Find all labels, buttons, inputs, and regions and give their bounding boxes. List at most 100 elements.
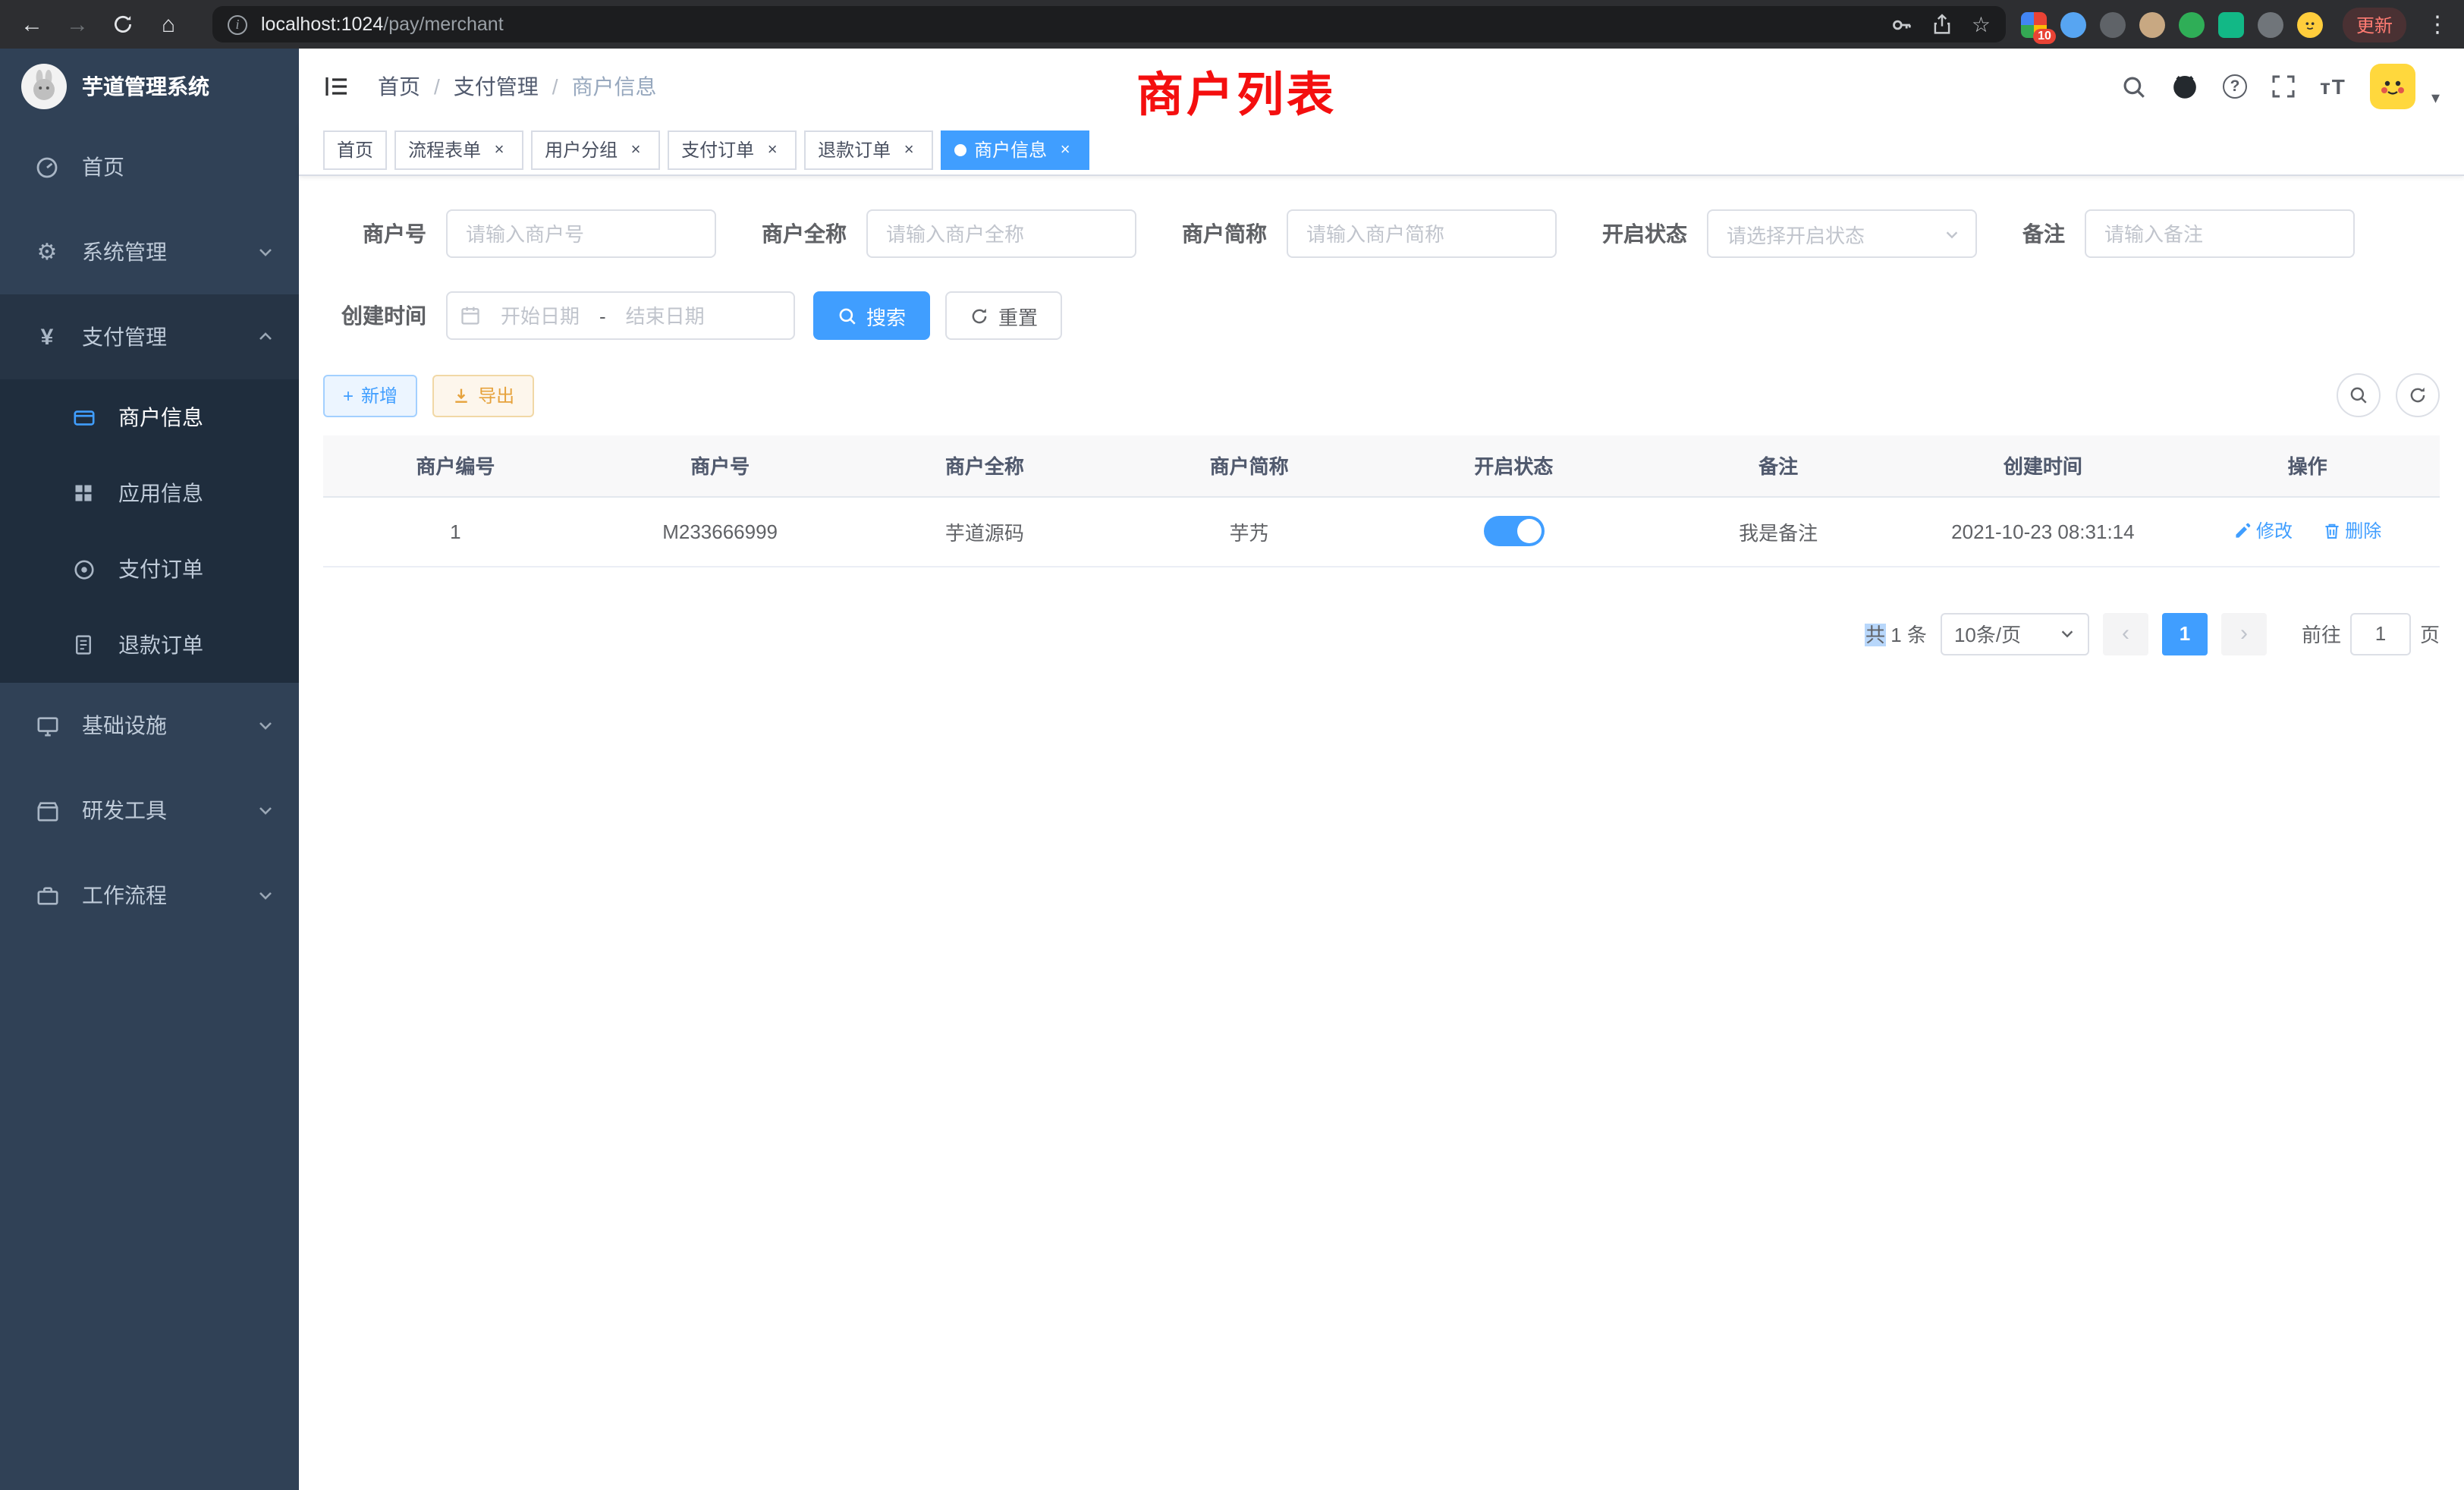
close-icon[interactable]: × xyxy=(489,139,510,160)
short-name-input[interactable] xyxy=(1287,209,1557,258)
chevron-down-icon xyxy=(256,716,275,734)
sidebar-item-app-info[interactable]: 应用信息 xyxy=(0,455,299,531)
page-size-select[interactable]: 10条/页 xyxy=(1941,612,2089,655)
page-1-button[interactable]: 1 xyxy=(2162,612,2208,655)
edit-link[interactable]: 修改 xyxy=(2233,518,2293,544)
merchant-no-input[interactable] xyxy=(446,209,716,258)
menu-label: 支付管理 xyxy=(82,322,167,352)
sidebar-item-workflow[interactable]: 工作流程 xyxy=(0,853,299,938)
chrome-update-button[interactable]: 更新 xyxy=(2343,7,2406,42)
breadcrumb-home[interactable]: 首页 xyxy=(378,71,420,102)
bookmark-star-icon[interactable]: ☆ xyxy=(1972,11,1991,37)
password-key-icon[interactable] xyxy=(1891,13,1914,36)
tabs-bar: 首页 流程表单 × 用户分组 × 支付订单 × 退款订单 × xyxy=(299,124,2464,176)
next-page-button[interactable]: › xyxy=(2221,612,2267,655)
merchant-table: 商户编号 商户号 商户全称 商户简称 开启状态 备注 创建时间 操作 1 xyxy=(323,435,2440,567)
delete-link-label: 删除 xyxy=(2345,518,2381,544)
chevron-down-icon xyxy=(256,801,275,819)
github-icon[interactable] xyxy=(2171,73,2198,100)
close-icon[interactable]: × xyxy=(898,139,919,160)
grid-icon xyxy=(67,483,100,504)
share-icon[interactable] xyxy=(1932,14,1953,35)
sidebar-item-pay-order[interactable]: 支付订单 xyxy=(0,531,299,607)
field-label: 商户全称 xyxy=(762,218,847,249)
back-icon[interactable]: ← xyxy=(15,8,49,41)
sidebar-item-merchant-info[interactable]: 商户信息 xyxy=(0,379,299,455)
prev-page-button[interactable]: ‹ xyxy=(2103,612,2148,655)
tab-pay-order[interactable]: 支付订单 × xyxy=(668,130,797,169)
extension-badge: 10 xyxy=(2033,28,2056,43)
status-switch[interactable] xyxy=(1483,516,1544,546)
export-button[interactable]: 导出 xyxy=(432,374,534,417)
toggle-search-button[interactable] xyxy=(2337,373,2381,417)
tab-label: 商户信息 xyxy=(974,137,1047,162)
extension-green-circle-icon[interactable] xyxy=(2179,11,2205,37)
end-date-input[interactable] xyxy=(609,304,721,327)
extension-green-square-icon[interactable] xyxy=(2218,11,2244,37)
sidebar-item-payment[interactable]: ¥ 支付管理 xyxy=(0,294,299,379)
cell-merchant-index: 1 xyxy=(323,496,588,566)
tab-home[interactable]: 首页 xyxy=(323,130,387,169)
close-icon[interactable]: × xyxy=(625,139,646,160)
sidebar-logo[interactable]: 芋道管理系统 xyxy=(0,49,299,124)
search-button[interactable]: 搜索 xyxy=(813,291,930,340)
sidebar-item-refund-order[interactable]: 退款订单 xyxy=(0,607,299,683)
address-bar[interactable]: i localhost:1024/pay/merchant ☆ xyxy=(212,6,2006,42)
chevron-down-icon xyxy=(256,886,275,904)
extension-dark-icon[interactable] xyxy=(2100,11,2126,37)
start-date-input[interactable] xyxy=(484,304,596,327)
tab-merchant-info[interactable]: 商户信息 × xyxy=(941,130,1089,169)
search-icon[interactable] xyxy=(2121,74,2147,99)
app-title: 芋道管理系统 xyxy=(82,71,209,102)
page-content: 商户号 商户全称 商户简称 开启状态 请选择开启状态 xyxy=(299,176,2464,1490)
fullscreen-icon[interactable] xyxy=(2271,74,2296,99)
url-host: localhost:1024 xyxy=(261,14,383,35)
extension-avatar-icon[interactable] xyxy=(2139,11,2165,37)
font-size-icon[interactable]: тT xyxy=(2320,74,2346,99)
monitor-icon xyxy=(30,714,64,737)
profile-avatar-icon[interactable] xyxy=(2297,11,2323,37)
full-name-input[interactable] xyxy=(866,209,1136,258)
browser-menu-icon[interactable]: ⋮ xyxy=(2426,11,2449,38)
tab-process-form[interactable]: 流程表单 × xyxy=(394,130,523,169)
remark-input[interactable] xyxy=(2085,209,2355,258)
forward-icon[interactable]: → xyxy=(61,8,94,41)
extension-puzzle-icon[interactable] xyxy=(2258,11,2283,37)
sidebar-toggle-icon[interactable] xyxy=(323,73,350,100)
sidebar-item-system[interactable]: ⚙ 系统管理 xyxy=(0,209,299,294)
home-icon[interactable]: ⌂ xyxy=(152,8,185,41)
table-header-row: 商户编号 商户号 商户全称 商户简称 开启状态 备注 创建时间 操作 xyxy=(323,435,2440,496)
caret-down-icon[interactable]: ▾ xyxy=(2431,87,2440,107)
extension-blue-icon[interactable] xyxy=(2060,11,2086,37)
cell-actions: 修改 删除 xyxy=(2175,496,2440,566)
help-icon[interactable]: ? xyxy=(2223,74,2247,99)
page-size-value: 10条/页 xyxy=(1954,619,2021,648)
goto-page-input[interactable] xyxy=(2350,612,2411,655)
close-icon[interactable]: × xyxy=(1054,139,1076,160)
status-select[interactable]: 请选择开启状态 xyxy=(1707,209,1977,258)
tab-user-group[interactable]: 用户分组 × xyxy=(531,130,660,169)
delete-link[interactable]: 删除 xyxy=(2322,518,2381,544)
create-time-range-picker[interactable]: - xyxy=(446,291,795,340)
address-bar-actions: ☆ xyxy=(1891,11,1991,37)
close-icon[interactable]: × xyxy=(762,139,783,160)
breadcrumb: 首页 / 支付管理 / 商户信息 xyxy=(378,71,657,102)
field-label: 开启状态 xyxy=(1602,218,1687,249)
page-unit-label: 页 xyxy=(2420,619,2440,648)
sidebar-item-dev-tools[interactable]: 研发工具 xyxy=(0,768,299,853)
extension-grid-icon[interactable]: 10 xyxy=(2021,11,2047,37)
reset-button[interactable]: 重置 xyxy=(945,291,1062,340)
col-create-time: 创建时间 xyxy=(1911,435,2176,496)
pagination-jump: 前往 页 xyxy=(2302,612,2440,655)
tab-label: 支付订单 xyxy=(681,137,754,162)
reload-icon[interactable] xyxy=(106,8,140,41)
add-button[interactable]: + 新增 xyxy=(323,374,417,417)
breadcrumb-payment[interactable]: 支付管理 xyxy=(454,71,539,102)
tab-refund-order[interactable]: 退款订单 × xyxy=(804,130,933,169)
user-avatar[interactable] xyxy=(2371,64,2416,109)
site-info-icon[interactable]: i xyxy=(228,14,247,34)
cell-status xyxy=(1381,496,1646,566)
refresh-list-button[interactable] xyxy=(2396,373,2440,417)
sidebar-item-home[interactable]: 首页 xyxy=(0,124,299,209)
sidebar-item-infrastructure[interactable]: 基础设施 xyxy=(0,683,299,768)
